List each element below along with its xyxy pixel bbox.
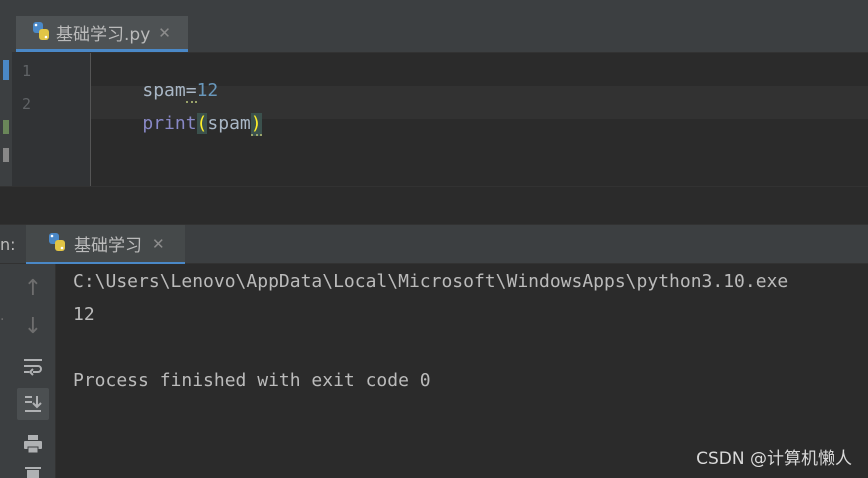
line-number: 2 <box>22 95 32 113</box>
argument-token: spam <box>207 113 251 134</box>
window-top-strip <box>0 0 868 12</box>
trash-icon[interactable] <box>17 464 49 478</box>
python-file-icon <box>30 20 52 46</box>
editor-tab-file[interactable]: 基础学习.py ✕ <box>16 16 188 52</box>
editor-tab-bar: 基础学习.py ✕ <box>12 12 868 53</box>
code-editor[interactable]: 1 2 spam=12 print(spam) <box>12 53 868 186</box>
print-icon[interactable] <box>17 428 49 460</box>
console-line: Process finished with exit code 0 <box>73 370 431 391</box>
run-tab[interactable]: 基础学习 ✕ <box>26 225 185 265</box>
down-arrow-icon[interactable]: ↓ <box>17 310 49 342</box>
trash-glyph <box>25 467 41 478</box>
run-label: n: <box>0 235 16 254</box>
console-toolbar: · ↑ ↓ <box>0 264 56 478</box>
watermark: CSDN @计算机懒人 <box>696 449 852 469</box>
console-line: 12 <box>73 304 95 325</box>
down-arrow-glyph: ↓ <box>23 313 43 339</box>
line-number-gutter: 1 2 <box>12 53 91 186</box>
run-tab-title: 基础学习 <box>74 236 142 256</box>
close-icon[interactable]: ✕ <box>152 235 165 253</box>
up-arrow-icon[interactable]: ↑ <box>17 272 49 304</box>
python-run-icon <box>46 231 68 257</box>
structure-tool-marker[interactable] <box>3 120 9 134</box>
scroll-to-end-icon[interactable] <box>17 388 49 420</box>
project-tool-marker[interactable] <box>3 60 9 80</box>
print-glyph <box>24 435 42 454</box>
editor-tab-title: 基础学习.py <box>56 25 151 45</box>
collapsed-indicator-icon: · <box>0 312 5 328</box>
code-line-2[interactable]: print(spam) <box>99 92 262 155</box>
scroll-to-end-glyph <box>25 396 42 412</box>
builtin-function-token: print <box>142 113 197 134</box>
console-line: C:\Users\Lenovo\AppData\Local\Microsoft\… <box>73 271 789 292</box>
editor-bottom-area <box>0 186 868 225</box>
up-arrow-glyph: ↑ <box>23 275 43 301</box>
paren-open-token: ( <box>196 113 208 134</box>
line-number: 1 <box>22 62 32 80</box>
close-icon[interactable]: ✕ <box>158 24 171 42</box>
bookmark-tool-marker[interactable] <box>3 148 9 162</box>
paren-close-token: ) <box>250 113 262 136</box>
run-tool-window-header: n: 基础学习 ✕ <box>0 224 868 265</box>
run-console[interactable]: C:\Users\Lenovo\AppData\Local\Microsoft\… <box>56 264 868 478</box>
soft-wrap-glyph <box>24 359 42 376</box>
soft-wrap-icon[interactable] <box>17 350 49 382</box>
